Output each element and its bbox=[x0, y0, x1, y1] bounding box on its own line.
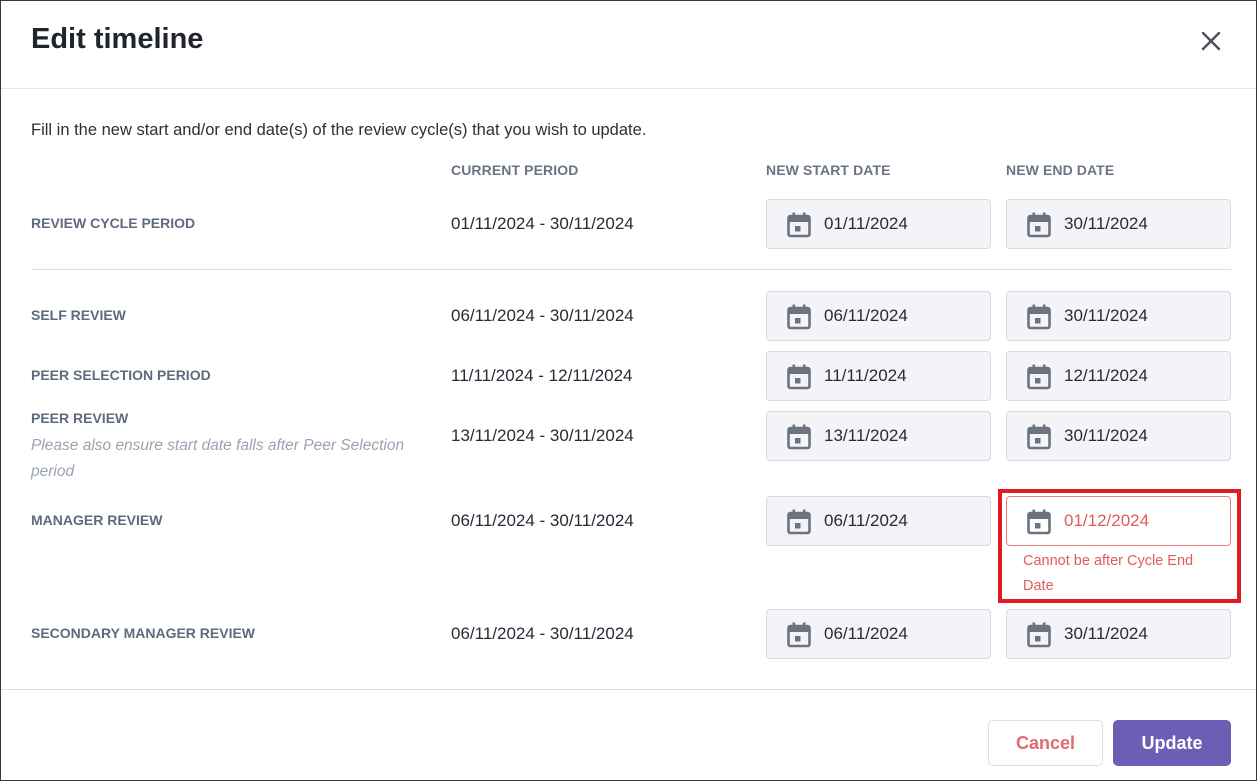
end-date-input-peer-review[interactable]: 30/11/2024 bbox=[1006, 411, 1231, 461]
calendar-icon bbox=[787, 424, 811, 450]
section-divider bbox=[31, 269, 1231, 270]
calendar-icon bbox=[1027, 364, 1051, 390]
row-label-peer-selection-period: PEER SELECTION PERIOD bbox=[31, 367, 211, 383]
current-period-peer-review: 13/11/2024 - 30/11/2024 bbox=[451, 426, 634, 445]
calendar-icon bbox=[1027, 304, 1051, 330]
start-date-input-self-review[interactable]: 06/11/2024 bbox=[766, 291, 991, 341]
current-period-review-cycle: 01/11/2024 - 30/11/2024 bbox=[451, 214, 634, 233]
footer-divider bbox=[1, 689, 1256, 690]
calendar-icon bbox=[1027, 622, 1051, 648]
row-label-review-cycle-period: REVIEW CYCLE PERIOD bbox=[31, 215, 196, 231]
column-header-current-period: CURRENT PERIOD bbox=[451, 162, 579, 178]
start-date-input-peer-review[interactable]: 13/11/2024 bbox=[766, 411, 991, 461]
start-date-value: 06/11/2024 bbox=[824, 511, 908, 530]
peer-review-note: Please also ensure start date falls afte… bbox=[31, 437, 405, 480]
update-button[interactable]: Update bbox=[1113, 720, 1231, 766]
row-label-secondary-manager-review: SECONDARY MANAGER REVIEW bbox=[31, 625, 256, 641]
start-date-input-peer-selection[interactable]: 11/11/2024 bbox=[766, 351, 991, 401]
end-date-value: 30/11/2024 bbox=[1064, 426, 1148, 445]
end-date-value: 30/11/2024 bbox=[1064, 214, 1148, 233]
start-date-input-review-cycle[interactable]: 01/11/2024 bbox=[766, 199, 991, 249]
dialog-title: Edit timeline bbox=[31, 23, 204, 55]
start-date-input-manager-review[interactable]: 06/11/2024 bbox=[766, 496, 991, 546]
end-date-input-secondary-manager-review[interactable]: 30/11/2024 bbox=[1006, 609, 1231, 659]
error-highlight-box bbox=[998, 489, 1241, 603]
current-period-self-review: 06/11/2024 - 30/11/2024 bbox=[451, 306, 634, 325]
close-button[interactable] bbox=[1195, 25, 1227, 57]
current-period-manager-review: 06/11/2024 - 30/11/2024 bbox=[451, 511, 634, 530]
calendar-icon bbox=[787, 212, 811, 238]
calendar-icon bbox=[787, 622, 811, 648]
end-date-input-self-review[interactable]: 30/11/2024 bbox=[1006, 291, 1231, 341]
calendar-icon bbox=[787, 364, 811, 390]
cancel-button[interactable]: Cancel bbox=[988, 720, 1103, 766]
end-date-input-review-cycle[interactable]: 30/11/2024 bbox=[1006, 199, 1231, 249]
calendar-icon bbox=[787, 509, 811, 535]
dialog-header: Edit timeline bbox=[1, 1, 1256, 89]
instruction-text: Fill in the new start and/or end date(s)… bbox=[31, 121, 647, 139]
calendar-icon bbox=[1027, 424, 1051, 450]
start-date-value: 06/11/2024 bbox=[824, 624, 908, 643]
column-header-new-start-date: NEW START DATE bbox=[766, 162, 891, 178]
current-period-peer-selection: 11/11/2024 - 12/11/2024 bbox=[451, 366, 633, 385]
start-date-value: 01/11/2024 bbox=[824, 214, 908, 233]
end-date-value: 30/11/2024 bbox=[1064, 624, 1148, 643]
row-label-manager-review: MANAGER REVIEW bbox=[31, 512, 163, 528]
end-date-value: 30/11/2024 bbox=[1064, 306, 1148, 325]
current-period-secondary-manager-review: 06/11/2024 - 30/11/2024 bbox=[451, 624, 634, 643]
close-icon bbox=[1201, 31, 1221, 51]
start-date-value: 13/11/2024 bbox=[824, 426, 908, 445]
edit-timeline-dialog: Edit timeline Fill in the new start and/… bbox=[0, 0, 1257, 781]
start-date-value: 06/11/2024 bbox=[824, 306, 908, 325]
start-date-value: 11/11/2024 bbox=[824, 366, 907, 385]
calendar-icon bbox=[1027, 212, 1051, 238]
end-date-input-peer-selection[interactable]: 12/11/2024 bbox=[1006, 351, 1231, 401]
end-date-value: 12/11/2024 bbox=[1064, 366, 1148, 385]
start-date-input-secondary-manager-review[interactable]: 06/11/2024 bbox=[766, 609, 991, 659]
column-header-new-end-date: NEW END DATE bbox=[1006, 162, 1115, 178]
row-label-peer-review: PEER REVIEW bbox=[31, 410, 129, 426]
row-label-self-review: SELF REVIEW bbox=[31, 307, 126, 323]
calendar-icon bbox=[787, 304, 811, 330]
